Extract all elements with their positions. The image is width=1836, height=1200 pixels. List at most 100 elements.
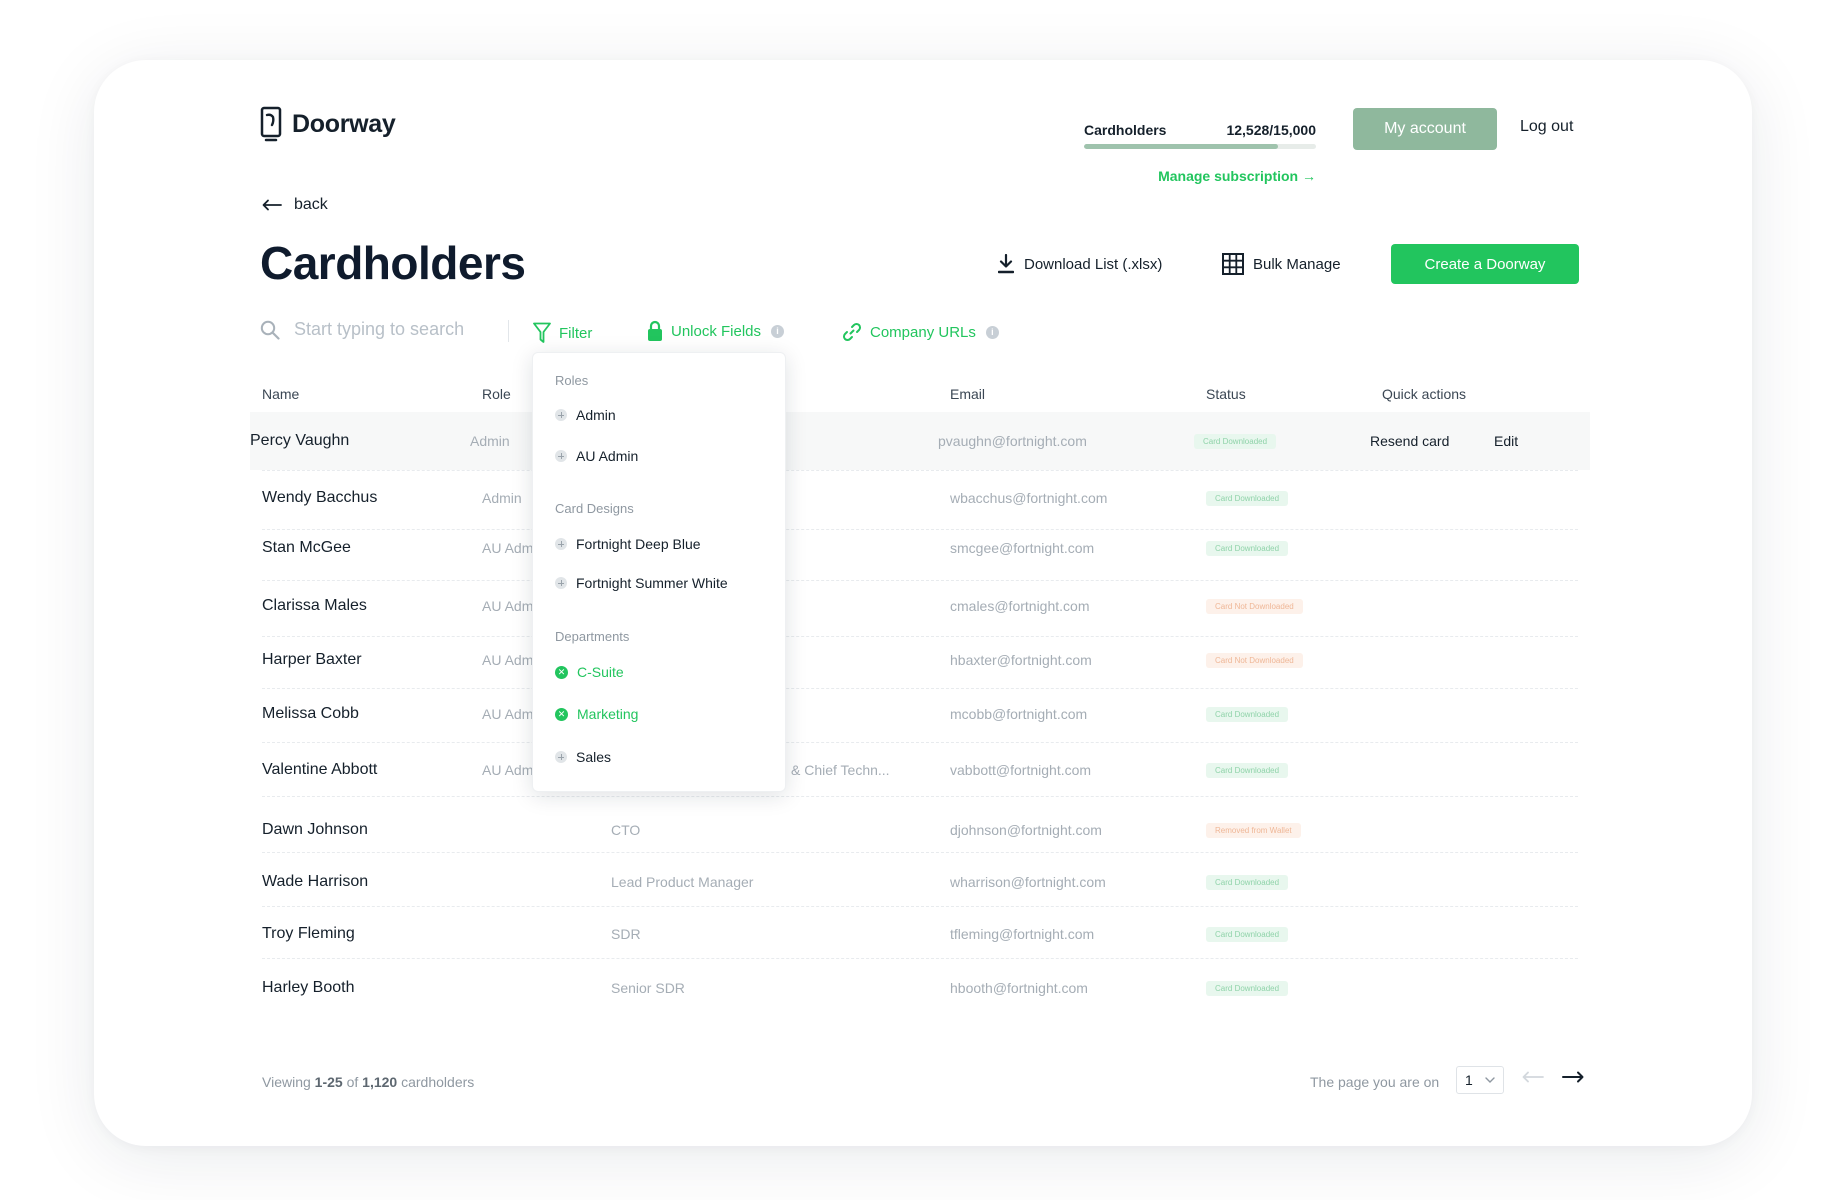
manage-subscription-link[interactable]: Manage subscription →: [1084, 168, 1316, 184]
row-divider: [262, 852, 1578, 853]
viewing-summary: Viewing 1-25 of 1,120 cardholders: [262, 1074, 474, 1090]
table-row[interactable]: Wade Harrison Lead Product Manager wharris…: [262, 856, 1578, 908]
table-row[interactable]: Melissa Cobb AU Adm mcobb@fortnight.com Car…: [262, 688, 1578, 740]
page-select[interactable]: 1: [1456, 1066, 1504, 1094]
cardholder-title: Senior SDR: [611, 980, 685, 996]
cardholder-email: wbacchus@fortnight.com: [950, 490, 1108, 506]
status-cell: Card Not Downloaded: [1206, 580, 1303, 632]
dropdown-heading-card-designs: Card Designs: [555, 501, 634, 516]
column-header-email[interactable]: Email: [950, 386, 985, 402]
logo[interactable]: Doorway: [260, 106, 396, 142]
search-icon: [260, 320, 280, 340]
row-divider: [262, 688, 1578, 689]
row-divider: [262, 636, 1578, 637]
status-badge: Card Not Downloaded: [1206, 652, 1303, 668]
create-doorway-button[interactable]: Create a Doorway: [1391, 244, 1579, 284]
info-icon[interactable]: i: [985, 325, 999, 339]
filter-option-sales[interactable]: Sales: [555, 749, 611, 765]
bulk-manage-label: Bulk Manage: [1253, 255, 1341, 273]
row-divider: [262, 470, 1578, 471]
filter-option-label: Marketing: [577, 706, 639, 722]
viewing-suffix: cardholders: [401, 1074, 475, 1090]
plus-icon: [555, 538, 567, 550]
status-cell: Card Downloaded: [1206, 908, 1289, 960]
table-row[interactable]: Percy Vaughn Admin pvaughn@fortnight.com Ca…: [250, 412, 1590, 470]
filter-option-admin[interactable]: Admin: [555, 407, 616, 423]
status-cell: Card Not Downloaded: [1206, 634, 1303, 686]
status-badge: Card Downloaded: [1206, 926, 1289, 942]
status-cell: Card Downloaded: [1206, 856, 1289, 908]
filter-option-summer-white[interactable]: Fortnight Summer White: [555, 575, 728, 591]
search-bar[interactable]: [260, 318, 496, 341]
table-row[interactable]: Troy Fleming SDR tfleming@fortnight.com Car…: [262, 908, 1578, 960]
filter-option-label: Fortnight Summer White: [576, 575, 728, 591]
plus-icon: [555, 450, 567, 462]
plus-icon: [555, 751, 567, 763]
cardholder-name: Harper Baxter: [262, 651, 362, 668]
cardholder-name: Valentine Abbott: [262, 761, 378, 778]
row-divider: [262, 742, 1578, 743]
link-icon: [842, 322, 862, 342]
cardholder-title: SDR: [611, 926, 641, 942]
cardholder-email: djohnson@fortnight.com: [950, 822, 1102, 838]
company-urls-button[interactable]: Company URLs i: [842, 322, 999, 342]
filter-option-label: Admin: [576, 407, 616, 423]
table-row[interactable]: Wendy Bacchus Admin wbacchus@fortnight.com…: [262, 472, 1578, 524]
table-row[interactable]: Dawn Johnson CTO djohnson@fortnight.com Rem…: [262, 804, 1578, 856]
search-input[interactable]: [292, 318, 496, 341]
cardholder-title: CTO: [611, 822, 641, 838]
bulk-manage-button[interactable]: Bulk Manage: [1222, 253, 1341, 275]
back-link[interactable]: back: [262, 196, 328, 214]
toolbar-divider: [508, 320, 509, 342]
filter-option-deep-blue[interactable]: Fortnight Deep Blue: [555, 536, 701, 552]
info-icon[interactable]: i: [771, 324, 785, 338]
filter-option-label: Fortnight Deep Blue: [576, 536, 701, 552]
filter-button[interactable]: Filter: [533, 322, 592, 344]
remove-icon[interactable]: ✕: [555, 707, 568, 721]
quota-progress-fill: [1084, 144, 1278, 149]
dropdown-heading-departments: Departments: [555, 629, 630, 644]
status-cell: Card Downloaded: [1206, 744, 1289, 796]
back-label: back: [294, 196, 328, 213]
status-badge: Card Downloaded: [1206, 980, 1289, 996]
resend-card-button[interactable]: Resend card: [1370, 412, 1449, 470]
my-account-button[interactable]: My account: [1353, 108, 1497, 150]
cardholder-email: hbaxter@fortnight.com: [950, 652, 1092, 668]
company-urls-label: Company URLs: [870, 323, 976, 341]
table-row[interactable]: Harley Booth Senior SDR hbooth@fortnight.c…: [262, 962, 1578, 1014]
cardholder-role: AU Adm: [482, 706, 534, 722]
cardholder-email: tfleming@fortnight.com: [950, 926, 1095, 942]
funnel-icon: [533, 322, 551, 343]
cardholder-email: vabbott@fortnight.com: [950, 762, 1092, 778]
status-cell: Removed from Wallet: [1206, 804, 1301, 856]
cardholder-quota: Cardholders 12,528/15,000: [1084, 122, 1316, 149]
quota-label: Cardholders: [1084, 122, 1167, 138]
viewing-prefix: Viewing: [262, 1074, 311, 1090]
filter-option-au-admin[interactable]: AU Admin: [555, 448, 638, 464]
remove-icon[interactable]: ✕: [555, 665, 568, 679]
cardholder-name: Harley Booth: [262, 979, 355, 996]
column-header-name[interactable]: Name: [262, 386, 299, 402]
unlock-fields-button[interactable]: Unlock Fields i: [647, 320, 785, 342]
edit-button[interactable]: Edit: [1494, 412, 1518, 470]
table-row[interactable]: Valentine Abbott AU Adm & Chief Techn... va…: [262, 744, 1578, 796]
filter-option-label: C-Suite: [577, 664, 624, 680]
cardholder-name: Wendy Bacchus: [262, 489, 378, 506]
table-row[interactable]: Clarissa Males AU Adm cmales@fortnight.com…: [262, 580, 1578, 632]
previous-page-button[interactable]: [1522, 1070, 1544, 1088]
cardholder-role: AU Adm: [482, 762, 534, 778]
column-header-status[interactable]: Status: [1206, 386, 1246, 402]
viewing-total: 1,120: [362, 1074, 398, 1090]
status-cell: Card Downloaded: [1206, 688, 1289, 740]
status-cell: Card Downloaded: [1194, 412, 1277, 470]
next-page-button[interactable]: [1562, 1070, 1584, 1088]
status-badge: Card Downloaded: [1206, 762, 1289, 778]
status-badge: Card Downloaded: [1206, 490, 1289, 506]
logout-link[interactable]: Log out: [1520, 118, 1573, 136]
table-row[interactable]: Harper Baxter AU Adm hbaxter@fortnight.com…: [262, 634, 1578, 686]
arrow-left-icon: [262, 199, 282, 211]
download-list-button[interactable]: Download List (.xlsx): [998, 254, 1162, 274]
column-header-role[interactable]: Role: [482, 386, 511, 402]
filter-option-marketing[interactable]: ✕ Marketing: [555, 706, 638, 722]
filter-option-c-suite[interactable]: ✕ C-Suite: [555, 664, 624, 680]
